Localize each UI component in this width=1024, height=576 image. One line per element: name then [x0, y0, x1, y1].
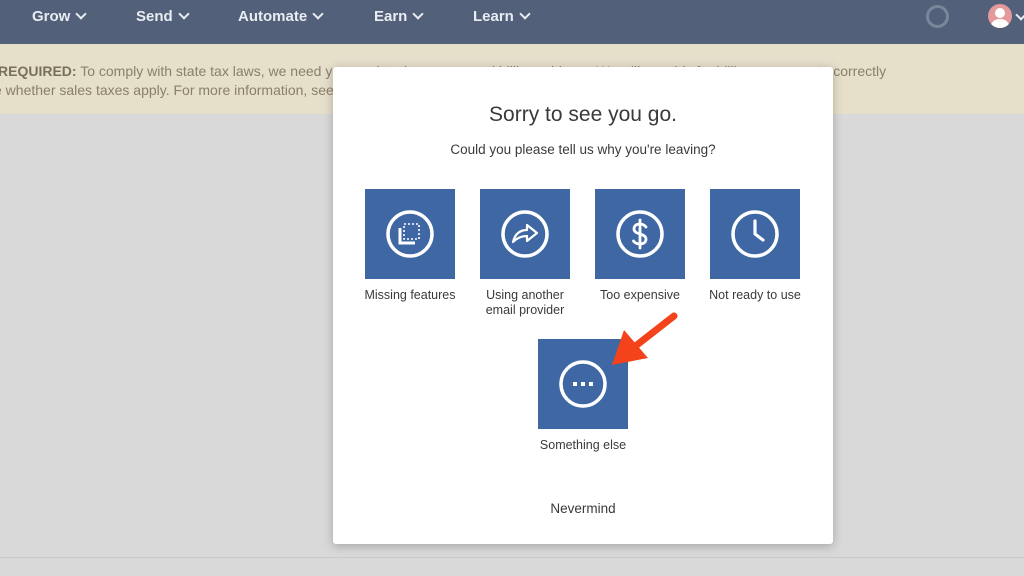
- annotation-arrow-icon: [612, 312, 678, 365]
